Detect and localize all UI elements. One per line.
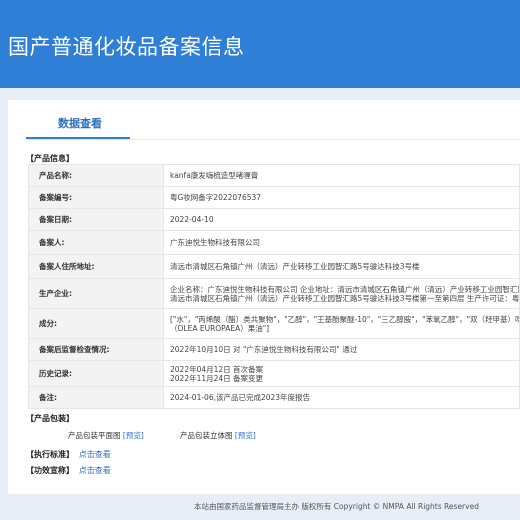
page-header: 国产普通化妆品备案信息 <box>0 0 520 88</box>
product-name-value: kanfa康发嗨梳造型啫喱膏 <box>163 164 520 187</box>
footer-copyright: 本站由国家药品监督管理局主办 版权所有 Copyright © NMPA All… <box>194 502 479 511</box>
efficacy-section-title: 【功效宣称】 点击查看 <box>26 465 111 476</box>
standard-view-link[interactable]: 点击查看 <box>79 450 111 459</box>
table-row: 备案日期: 2022-04-10 <box>28 208 520 231</box>
history-value: 2022年04月12日 首次备案 2022年11月24日 备案变更 <box>163 360 520 387</box>
standard-label: 【执行标准】 <box>26 450 74 459</box>
history-line-1: 2022年04月12日 首次备案 <box>170 364 264 374</box>
row-label: 备案人住所地址: <box>28 254 164 279</box>
packaging-3d-item: 产品包装立体图 [预览] <box>180 430 256 441</box>
row-label: 备案后监督检查情况: <box>28 338 164 361</box>
table-row: 备注: 2024-01-06,该产品已完成2023年度报告 <box>28 386 520 409</box>
efficacy-view-link[interactable]: 点击查看 <box>79 466 111 475</box>
registration-date-value: 2022-04-10 <box>163 208 520 231</box>
row-label: 历史记录: <box>28 360 164 387</box>
tab-data-view[interactable]: 数据查看 <box>58 115 102 131</box>
row-label: 备注: <box>28 386 164 409</box>
efficacy-label: 【功效宣称】 <box>26 466 74 475</box>
row-label: 生产企业: <box>28 278 164 309</box>
ingredients-line-1: ["水"，"丙烯酸（酯）类共聚物"，"乙醇"，"王基酚聚醚-10"，"三乙醇胺"… <box>170 314 520 324</box>
table-row: 备案后监督检查情况: 2022年10月10日 对 "广东迪悦生物科技有限公司" … <box>28 338 520 361</box>
table-row: 备案人: 广东迪悦生物科技有限公司 <box>28 230 520 255</box>
registration-number-value: 粤G妆网备字2022076537 <box>163 186 520 209</box>
tab-divider <box>26 139 520 140</box>
ingredients-line-2: （OLEA EUROPAEA）果油"] <box>170 323 270 333</box>
ingredients-value: ["水"，"丙烯酸（酯）类共聚物"，"乙醇"，"王基酚聚醚-10"，"三乙醇胺"… <box>163 308 520 339</box>
manufacturer-line-1: 企业名称：广东迪悦生物科技有限公司 企业地址：清远市清城区石角镇广州（清远）产业… <box>170 284 520 294</box>
registrant-address-value: 清远市清城区石角镇广州（清远）产业转移工业园智汇路5号骏达科技3号楼 <box>163 254 520 279</box>
history-line-2: 2022年11月24日 备案变更 <box>170 373 264 383</box>
row-label: 备案日期: <box>28 208 164 231</box>
row-label: 成分: <box>28 308 164 339</box>
manufacturer-line-2: 清远市清城区石角镇广州（清远）产业转移工业园智汇路5号骏达科技3号楼第一至第四层… <box>170 293 520 303</box>
table-row: 成分: ["水"，"丙烯酸（酯）类共聚物"，"乙醇"，"王基酚聚醚-10"，"三… <box>28 308 520 339</box>
packaging-3d-label: 产品包装立体图 <box>180 431 233 440</box>
row-label: 备案人: <box>28 230 164 255</box>
product-info-table: 产品名称: kanfa康发嗨梳造型啫喱膏 备案编号: 粤G妆网备字2022076… <box>28 164 520 409</box>
standard-section-title: 【执行标准】 点击查看 <box>26 449 111 460</box>
product-info-section-title: 【产品信息】 <box>26 154 74 163</box>
table-row: 备案编号: 粤G妆网备字2022076537 <box>28 186 520 209</box>
remarks-value: 2024-01-06,该产品已完成2023年度报告 <box>163 386 520 409</box>
content-card: 数据查看 【产品信息】 产品名称: kanfa康发嗨梳造型啫喱膏 备案编号: 粤… <box>8 100 520 494</box>
page-title: 国产普通化妆品备案信息 <box>8 35 245 59</box>
manufacturer-value: 企业名称：广东迪悦生物科技有限公司 企业地址：清远市清城区石角镇广州（清远）产业… <box>163 278 520 309</box>
table-row: 产品名称: kanfa康发嗨梳造型啫喱膏 <box>28 164 520 187</box>
registrant-value: 广东迪悦生物科技有限公司 <box>163 230 520 255</box>
packaging-flat-item: 产品包装平面图 [预览] <box>68 430 144 441</box>
table-row: 备案人住所地址: 清远市清城区石角镇广州（清远）产业转移工业园智汇路5号骏达科技… <box>28 254 520 279</box>
row-label: 产品名称: <box>28 164 164 187</box>
packaging-flat-preview-link[interactable]: [预览] <box>123 431 144 440</box>
table-row: 生产企业: 企业名称：广东迪悦生物科技有限公司 企业地址：清远市清城区石角镇广州… <box>28 278 520 309</box>
supervision-value: 2022年10月10日 对 "广东迪悦生物科技有限公司" 通过 <box>163 338 520 361</box>
packaging-3d-preview-link[interactable]: [预览] <box>235 431 256 440</box>
packaging-section-title: 【产品包装】 <box>26 414 74 423</box>
packaging-flat-label: 产品包装平面图 <box>68 431 121 440</box>
row-label: 备案编号: <box>28 186 164 209</box>
table-row: 历史记录: 2022年04月12日 首次备案 2022年11月24日 备案变更 <box>28 360 520 387</box>
